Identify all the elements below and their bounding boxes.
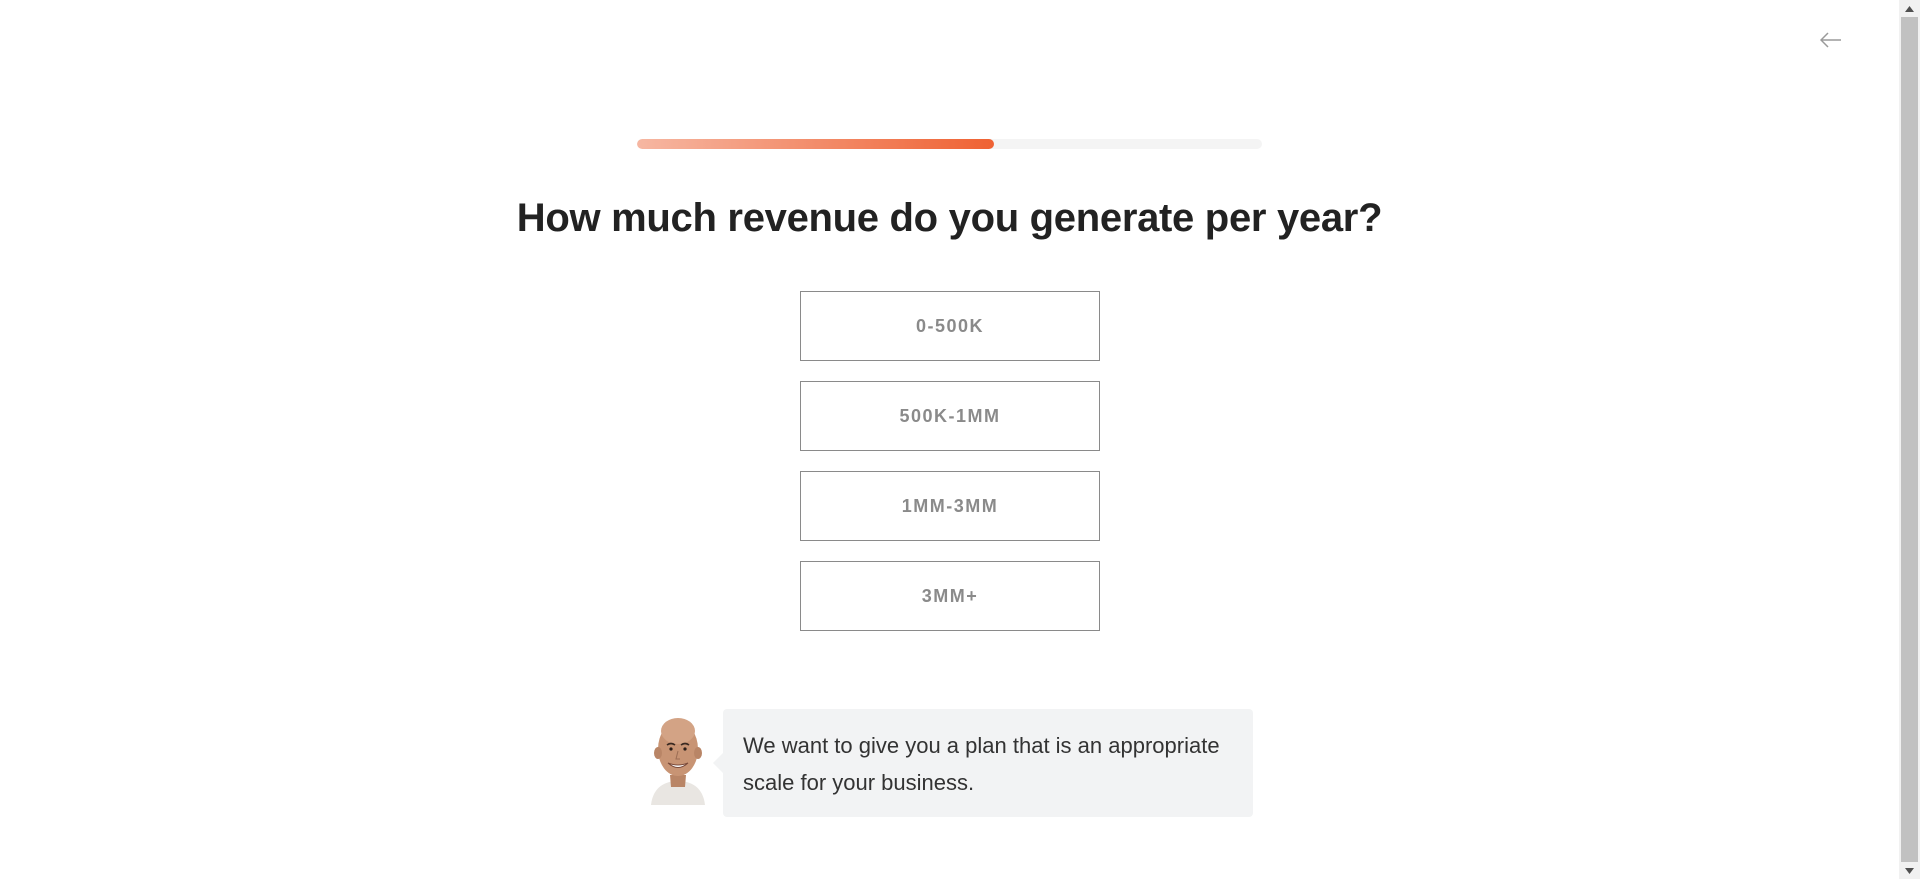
progress-bar-fill xyxy=(637,139,994,149)
option-0-500k[interactable]: 0-500K xyxy=(800,291,1100,361)
scroll-up-arrow-icon[interactable] xyxy=(1899,0,1920,17)
scroll-down-arrow-icon[interactable] xyxy=(1899,862,1920,879)
advisor-message: We want to give you a plan that is an ap… xyxy=(643,709,1253,817)
option-3mm-plus[interactable]: 3MM+ xyxy=(800,561,1100,631)
vertical-scrollbar[interactable] xyxy=(1899,0,1920,879)
progress-bar xyxy=(637,139,1262,149)
revenue-options: 0-500K 500K-1MM 1MM-3MM 3MM+ xyxy=(800,291,1100,651)
advisor-speech-bubble: We want to give you a plan that is an ap… xyxy=(713,709,1253,817)
advisor-avatar xyxy=(651,718,705,805)
option-1mm-3mm[interactable]: 1MM-3MM xyxy=(800,471,1100,541)
back-button[interactable] xyxy=(1817,26,1845,54)
option-500k-1mm[interactable]: 500K-1MM xyxy=(800,381,1100,451)
arrow-left-icon xyxy=(1820,32,1841,48)
scrollbar-thumb[interactable] xyxy=(1901,17,1918,862)
question-title: How much revenue do you generate per yea… xyxy=(516,196,1383,240)
page: How much revenue do you generate per yea… xyxy=(0,0,1920,879)
